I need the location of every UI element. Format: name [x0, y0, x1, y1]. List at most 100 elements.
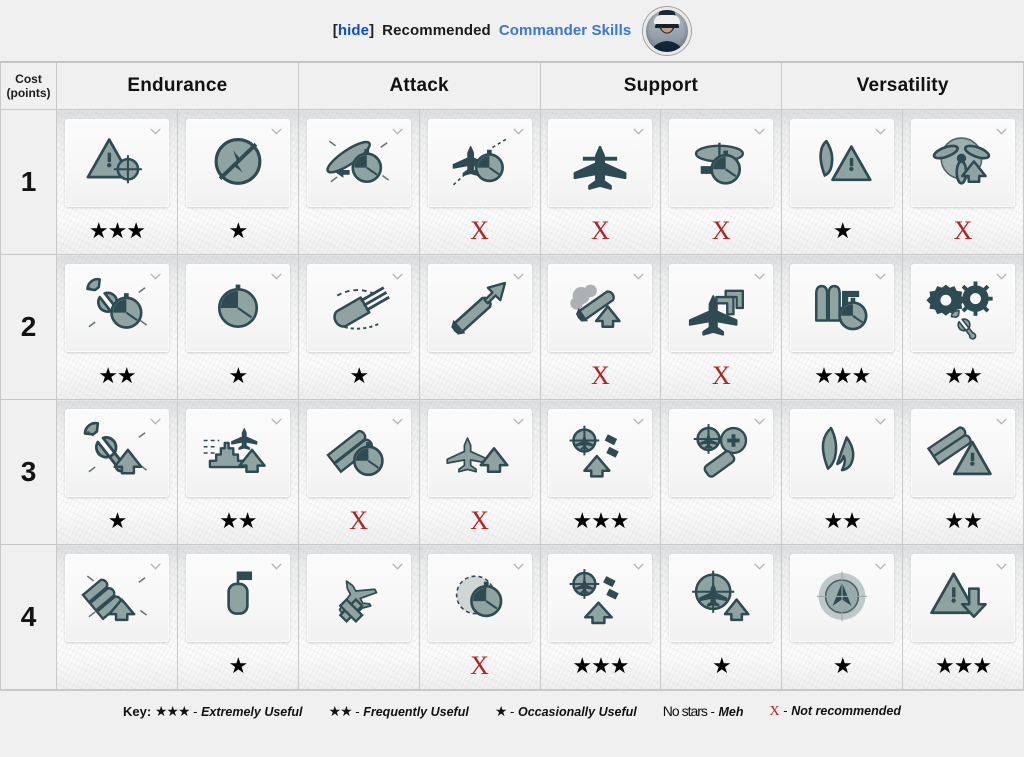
- chevron-down-icon[interactable]: [633, 418, 645, 425]
- chevron-down-icon[interactable]: [754, 418, 765, 425]
- torpedo-tubes-timer-icon[interactable]: [306, 409, 411, 497]
- propeller-boost-icon[interactable]: [911, 119, 1016, 207]
- smoke-boost-icon[interactable]: [548, 264, 653, 352]
- carrier-plane-arrow-up-icon[interactable]: [185, 409, 290, 497]
- chevron-down-icon[interactable]: [996, 128, 1007, 135]
- skill-slot: ★: [782, 110, 902, 254]
- skills-table-body: 1 ★★★ ★ X X X ★ X 2 ★★ ★ ★ X X ★★★ ★★ 3 ★ ★★ X X ★★★ ★★ ★★ 4 ★ X ★★…: [0, 109, 1024, 690]
- skill-rating: X: [349, 505, 369, 535]
- gears-wrench-icon[interactable]: [911, 264, 1016, 352]
- chevron-down-icon[interactable]: [512, 418, 524, 425]
- plane-arrow-up-icon[interactable]: [427, 409, 532, 497]
- plane-crosshair-arrow-icon[interactable]: [669, 554, 774, 642]
- skills-table: Cost (points) Endurance Attack Support V…: [0, 62, 1024, 690]
- chevron-down-icon[interactable]: [996, 273, 1007, 280]
- skill-cell: ★: [781, 544, 904, 690]
- chevron-down-icon[interactable]: [875, 128, 886, 135]
- legend-separator: -: [710, 704, 715, 719]
- skill-cell: X: [418, 109, 541, 255]
- chevron-down-icon[interactable]: [392, 563, 403, 570]
- legend-key: Key: ★★★ - Extremely Useful ★★ - Frequent…: [0, 690, 1024, 731]
- aircraft-stopwatch-icon[interactable]: [427, 119, 532, 207]
- chevron-down-icon[interactable]: [633, 128, 645, 135]
- chevron-down-icon[interactable]: [875, 563, 886, 570]
- skill-slot: X: [420, 400, 540, 544]
- chevron-down-icon[interactable]: [271, 563, 282, 570]
- plane-target-plus-icon[interactable]: [669, 409, 774, 497]
- wrench-arrow-up-icon[interactable]: [64, 409, 169, 497]
- legend-description: Frequently Useful: [363, 704, 469, 719]
- chevron-down-icon[interactable]: [754, 273, 765, 280]
- category-header-support: Support: [539, 62, 783, 110]
- flag-depth-charge-icon[interactable]: [185, 554, 290, 642]
- chevron-down-icon[interactable]: [150, 418, 161, 425]
- torpedo-warning-icon[interactable]: [790, 119, 895, 207]
- torpedo-warning-triangle-icon[interactable]: [911, 409, 1016, 497]
- chevron-down-icon[interactable]: [512, 128, 524, 135]
- commander-skills-link[interactable]: Commander Skills: [499, 22, 631, 39]
- skill-slot: ★: [178, 110, 298, 254]
- chevron-down-icon[interactable]: [150, 273, 161, 280]
- chevron-down-icon[interactable]: [875, 273, 886, 280]
- chevron-down-icon[interactable]: [150, 128, 161, 135]
- skill-cell: ★: [176, 109, 299, 255]
- chevron-down-icon[interactable]: [392, 418, 403, 425]
- wrench-stopwatch-icon[interactable]: [64, 264, 169, 352]
- skill-slot: ★★: [178, 400, 298, 544]
- skill-slot: ★: [661, 545, 781, 689]
- chevron-down-icon[interactable]: [633, 563, 645, 570]
- skill-rating: X: [591, 360, 610, 390]
- category-header-attack: Attack: [297, 62, 541, 110]
- biplane-torpedo-icon[interactable]: [548, 119, 653, 207]
- skill-cell: ★: [660, 544, 783, 690]
- legend-description: Not recommended: [791, 703, 901, 718]
- plane-target-flak-arrow-up-icon[interactable]: [548, 554, 653, 642]
- table-header-row: Cost (points) Endurance Attack Support V…: [0, 62, 1024, 110]
- skill-cell: ★★: [176, 399, 299, 545]
- skill-cell: ★: [781, 109, 904, 255]
- skill-rating: ★★: [98, 362, 136, 388]
- warning-arrow-down-icon[interactable]: [911, 554, 1016, 642]
- chevron-down-icon[interactable]: [754, 128, 765, 135]
- stopwatch-icon[interactable]: [185, 264, 290, 352]
- torpedo-tubes-stopwatch-icon[interactable]: [790, 264, 895, 352]
- legend-description: Occasionally Useful: [517, 704, 637, 719]
- chevron-down-icon[interactable]: [392, 128, 403, 135]
- chevron-down-icon[interactable]: [271, 128, 282, 135]
- skill-cell: X: [902, 109, 1024, 255]
- chevron-down-icon[interactable]: [392, 273, 403, 280]
- chevron-down-icon[interactable]: [512, 273, 524, 280]
- aa-gun-stopwatch-icon[interactable]: [669, 119, 774, 207]
- chevron-down-icon[interactable]: [633, 273, 645, 280]
- bomber-arrows-icon[interactable]: [669, 264, 774, 352]
- chevron-down-icon[interactable]: [996, 563, 1007, 570]
- skill-rating: ★★★: [934, 652, 992, 678]
- shell-arrow-up-icon[interactable]: [427, 264, 532, 352]
- radar-stopwatch-icon[interactable]: [427, 554, 532, 642]
- hide-link[interactable]: hide: [338, 22, 369, 39]
- chevron-down-icon[interactable]: [754, 563, 765, 570]
- legend-symbol: No stars: [662, 703, 708, 719]
- skill-cell: ★: [176, 544, 299, 690]
- skill-cell: ★: [297, 254, 420, 400]
- warning-triangle-target-icon[interactable]: [64, 119, 169, 207]
- skill-slot: ★: [782, 545, 902, 689]
- chevron-down-icon[interactable]: [996, 418, 1007, 425]
- chevron-down-icon[interactable]: [150, 563, 161, 570]
- legend-description: Extremely Useful: [201, 704, 303, 719]
- chevron-down-icon[interactable]: [512, 563, 524, 570]
- skill-rating: ★★: [944, 362, 982, 388]
- chevron-down-icon[interactable]: [271, 418, 282, 425]
- no-torpedo-detection-icon[interactable]: [185, 119, 290, 207]
- chevron-down-icon[interactable]: [875, 418, 886, 425]
- chevron-down-icon[interactable]: [271, 273, 282, 280]
- fire-torpedo-icon[interactable]: [790, 409, 895, 497]
- ship-speed-stopwatch-icon[interactable]: [306, 119, 411, 207]
- skill-slot: [299, 545, 419, 689]
- plane-target-flak-arrow-icon[interactable]: [548, 409, 653, 497]
- shells-arrow-up-icon[interactable]: [64, 554, 169, 642]
- plane-strike-arrow-icon[interactable]: [306, 554, 411, 642]
- page-title-text: Recommended: [382, 22, 491, 39]
- gun-turret-traverse-icon[interactable]: [306, 264, 411, 352]
- radar-sonar-icon[interactable]: [790, 554, 895, 642]
